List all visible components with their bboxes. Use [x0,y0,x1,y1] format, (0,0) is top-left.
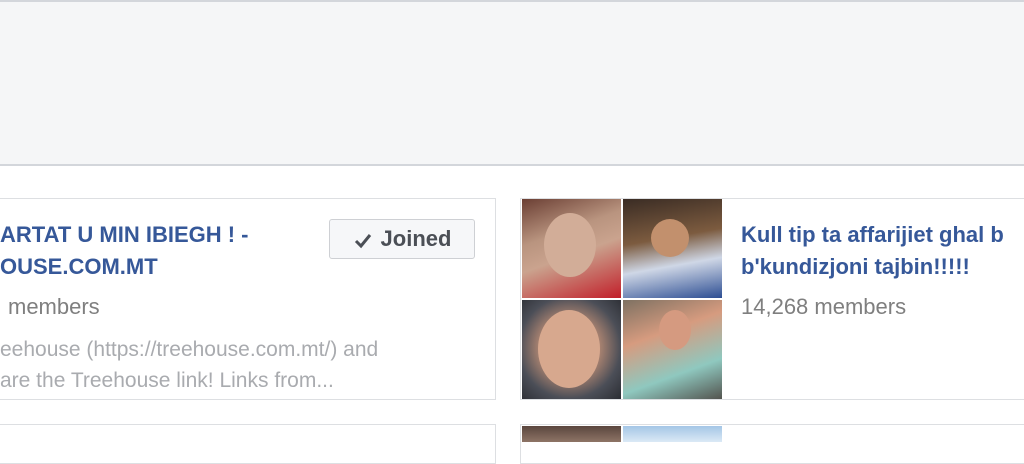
group-title[interactable]: ARTAT U MIN IBIEGH ! - [0,219,249,251]
member-photo[interactable] [522,199,621,298]
group-description-continued: are the Treehouse link! Links from... [0,369,334,392]
joined-label: Joined [380,226,452,251]
member-count: members [8,294,100,319]
member-photo[interactable] [623,426,722,442]
member-photo[interactable] [522,300,621,399]
group-card [0,424,496,464]
member-photo[interactable] [623,300,722,399]
group-title-continued[interactable]: b'kundizjoni tajbin!!!!! [741,251,970,283]
member-count: 14,268 members [741,294,907,319]
group-title[interactable]: Kull tip ta affarijiet ghal b [741,219,1004,251]
group-description: eehouse (https://treehouse.com.mt/) and [0,338,379,361]
group-title-continued[interactable]: OUSE.COM.MT [0,251,158,283]
top-banner-area [0,0,1024,166]
joined-button[interactable]: Joined [329,219,475,259]
check-icon [353,230,373,249]
member-photo[interactable] [623,199,722,298]
member-photo[interactable] [522,426,621,442]
